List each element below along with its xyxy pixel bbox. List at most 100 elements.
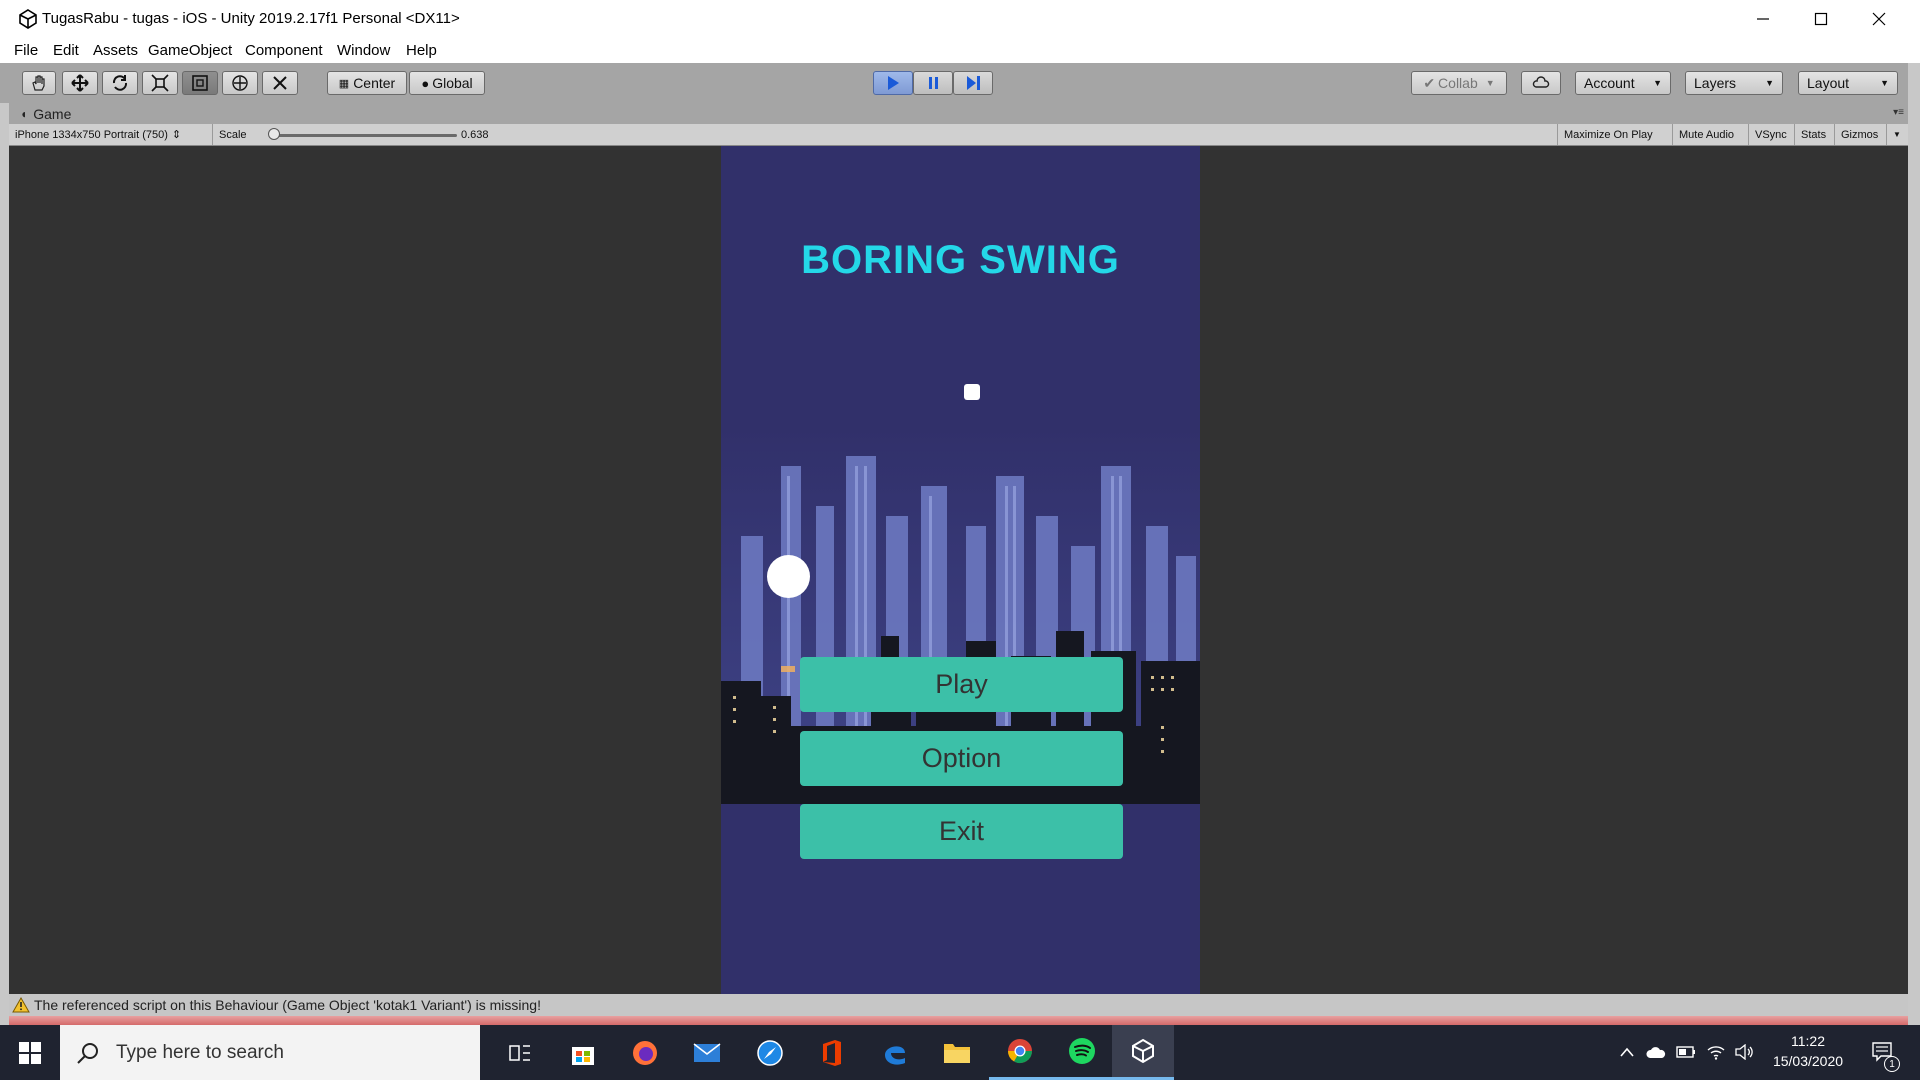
menu-assets[interactable]: Assets	[93, 42, 138, 59]
menu-window[interactable]: Window	[337, 42, 390, 59]
pause-button[interactable]	[913, 71, 953, 95]
taskbar-clock[interactable]: 11:22 15/03/2020	[1758, 1025, 1858, 1080]
maximize-on-play-label: Maximize On Play	[1564, 128, 1653, 141]
play-game-button[interactable]: Play	[800, 657, 1123, 712]
right-scroll-edge[interactable]	[1908, 63, 1920, 1025]
menu-file[interactable]: File	[14, 42, 38, 59]
rotate-tool-button[interactable]	[102, 71, 138, 95]
firefox-button[interactable]	[614, 1025, 676, 1080]
taskbar-search-box[interactable]: Type here to search	[60, 1025, 480, 1080]
check-icon: ✔	[1423, 74, 1436, 91]
show-hidden-icons-button[interactable]	[1617, 1042, 1637, 1062]
unity-taskbar-button[interactable]	[1112, 1025, 1174, 1080]
step-button[interactable]	[953, 71, 993, 95]
store-icon	[572, 1046, 594, 1065]
layout-dropdown[interactable]: Layout ▼	[1798, 71, 1898, 95]
unity-logo-icon	[19, 9, 37, 29]
microsoft-store-button[interactable]	[552, 1025, 614, 1080]
edge-button[interactable]	[864, 1025, 926, 1080]
menu-edit[interactable]: Edit	[53, 42, 79, 59]
mute-audio-toggle[interactable]: Mute Audio	[1673, 124, 1749, 145]
transform-tool-button[interactable]	[222, 71, 258, 95]
close-icon	[1872, 12, 1886, 26]
game-title: BORING SWING	[801, 238, 1120, 282]
network-tray[interactable]	[1706, 1042, 1726, 1062]
office-icon	[823, 1039, 841, 1066]
file-explorer-button[interactable]	[926, 1025, 988, 1080]
account-label: Account	[1584, 75, 1635, 91]
dropdown-arrow-icon: ▼	[1485, 78, 1495, 88]
warning-icon	[12, 997, 30, 1013]
maximize-icon	[1814, 12, 1828, 26]
collab-dropdown[interactable]: ✔ Collab ▼	[1411, 71, 1507, 95]
stats-toggle[interactable]: Stats	[1795, 124, 1835, 145]
compass-icon	[757, 1039, 783, 1066]
exit-button[interactable]: Exit	[800, 804, 1123, 859]
pivot-global-button[interactable]: ● Global	[409, 71, 485, 95]
tab-game[interactable]: ◖ Game	[9, 103, 109, 124]
transform-icon	[232, 75, 248, 91]
pivot-label: Center	[353, 75, 396, 91]
notification-count: 1	[1889, 1058, 1895, 1070]
move-tool-button[interactable]	[62, 71, 98, 95]
resolution-dropdown[interactable]: iPhone 1334x750 Portrait (750) ⇕	[9, 124, 213, 145]
scale-value: 0.638	[461, 128, 489, 141]
unity-icon	[1132, 1038, 1154, 1064]
rect-tool-button[interactable]	[182, 71, 218, 95]
maximize-button[interactable]	[1792, 0, 1850, 38]
exit-label: Exit	[938, 816, 984, 846]
vsync-toggle[interactable]: VSync	[1749, 124, 1795, 145]
cloud-icon	[1646, 1047, 1666, 1058]
layers-dropdown[interactable]: Layers ▼	[1685, 71, 1783, 95]
mail-button[interactable]	[676, 1025, 738, 1080]
mute-audio-label: Mute Audio	[1679, 128, 1735, 141]
wifi-icon	[1707, 1046, 1725, 1060]
play-button[interactable]	[873, 71, 913, 95]
search-icon	[77, 1042, 98, 1064]
menu-gameobject[interactable]: GameObject	[148, 42, 232, 59]
play-game-label: Play	[935, 669, 988, 699]
menu-component[interactable]: Component	[245, 42, 323, 59]
resolution-label: iPhone 1334x750 Portrait (750)	[15, 128, 168, 141]
chrome-icon	[1008, 1039, 1032, 1064]
close-button[interactable]	[1850, 0, 1908, 38]
task-view-button[interactable]	[489, 1025, 551, 1080]
battery-tray[interactable]	[1676, 1042, 1696, 1062]
scale-value-display: 0.638	[455, 124, 495, 145]
chrome-button[interactable]	[989, 1025, 1051, 1080]
scale-slider-thumb[interactable]	[268, 128, 280, 140]
hand-tool-button[interactable]	[22, 71, 56, 95]
gizmos-toggle[interactable]: Gizmos	[1835, 124, 1887, 145]
onedrive-tray[interactable]	[1646, 1042, 1666, 1062]
ball-sprite	[767, 555, 810, 598]
gizmos-label: Gizmos	[1841, 128, 1879, 141]
gizmos-dropdown[interactable]: ▼	[1887, 124, 1903, 145]
spotify-icon	[1069, 1038, 1095, 1064]
cloud-button[interactable]	[1521, 71, 1561, 95]
pivot-center-button[interactable]: ▦ Center	[327, 71, 407, 95]
safari-button[interactable]	[739, 1025, 801, 1080]
notification-badge: 1	[1884, 1056, 1900, 1072]
option-button[interactable]: Option	[800, 731, 1123, 786]
game-screen[interactable]: BORING SWING Play Option Exit	[721, 146, 1200, 994]
custom-tool-button[interactable]	[262, 71, 298, 95]
scale-slider-track[interactable]	[271, 134, 457, 137]
game-view[interactable]: BORING SWING Play Option Exit	[9, 146, 1908, 994]
scale-tool-button[interactable]	[142, 71, 178, 95]
menu-help[interactable]: Help	[406, 42, 437, 59]
window-titlebar: TugasRabu - tugas - iOS - Unity 2019.2.1…	[0, 0, 1920, 38]
spotify-button[interactable]	[1051, 1025, 1113, 1080]
start-button[interactable]	[0, 1025, 60, 1080]
error-indicator-strip	[9, 1016, 1908, 1025]
minimize-button[interactable]	[1734, 0, 1792, 38]
console-status-bar[interactable]: The referenced script on this Behaviour …	[9, 994, 1908, 1016]
clock-time: 11:22	[1791, 1033, 1825, 1049]
volume-tray[interactable]	[1734, 1042, 1754, 1062]
account-dropdown[interactable]: Account ▼	[1575, 71, 1671, 95]
maximize-on-play-toggle[interactable]: Maximize On Play	[1557, 124, 1673, 145]
tab-menu-icon[interactable]: ▾≡	[1893, 107, 1904, 118]
office-button[interactable]	[801, 1025, 863, 1080]
scale-icon	[151, 74, 169, 92]
folder-icon	[944, 1043, 970, 1063]
dropdown-arrow-icon: ▼	[1765, 78, 1774, 88]
